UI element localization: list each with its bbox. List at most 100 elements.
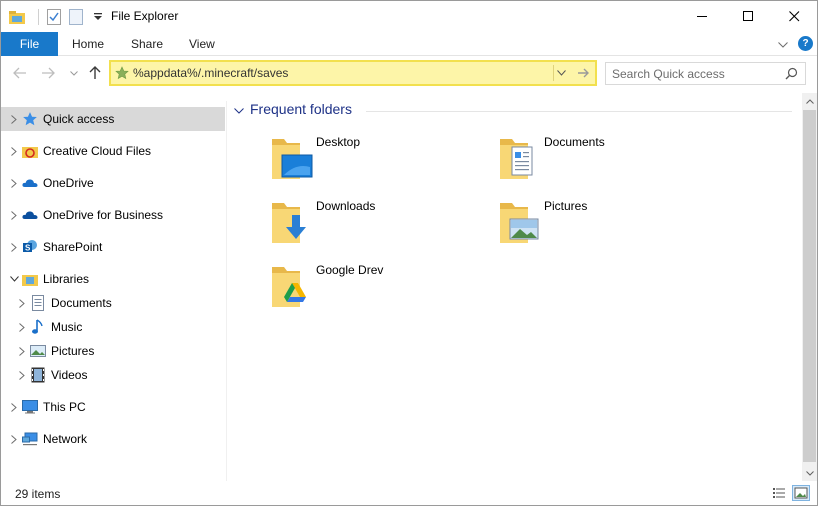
- group-header-label: Frequent folders: [250, 101, 352, 117]
- address-dropdown-chevron-icon[interactable]: [553, 65, 569, 81]
- search-input[interactable]: [606, 66, 776, 81]
- address-input[interactable]: [133, 63, 533, 83]
- nav-item-onedrive-business[interactable]: OneDrive for Business: [1, 203, 225, 227]
- search-box[interactable]: [605, 62, 806, 85]
- chevron-right-icon[interactable]: [15, 344, 29, 358]
- qat-separator: [38, 9, 39, 25]
- svg-text:S: S: [25, 244, 31, 253]
- nav-item-label: Network: [43, 432, 88, 446]
- chevron-down-icon[interactable]: [234, 101, 244, 117]
- pictures-icon: [29, 342, 47, 360]
- details-view-icon[interactable]: [771, 486, 787, 500]
- scrollbar-thumb[interactable]: [803, 110, 816, 462]
- onedrive-icon: [21, 174, 39, 192]
- new-folder-icon[interactable]: [68, 9, 84, 25]
- folder-label: Pictures: [544, 199, 588, 213]
- go-arrow-icon[interactable]: [574, 65, 592, 81]
- nav-item-documents[interactable]: Documents: [1, 291, 225, 315]
- nav-item-sharepoint[interactable]: S SharePoint: [1, 235, 225, 259]
- view-toggle-group: [765, 485, 810, 501]
- address-bar[interactable]: [109, 60, 597, 86]
- chevron-right-icon[interactable]: [15, 320, 29, 334]
- folder-tile-downloads[interactable]: Downloads: [270, 197, 490, 255]
- chevron-down-icon[interactable]: [7, 272, 21, 286]
- vertical-scrollbar[interactable]: [802, 93, 817, 481]
- tab-view[interactable]: View: [189, 32, 215, 56]
- nav-item-quick-access[interactable]: Quick access: [1, 107, 225, 131]
- folder-tile-google-drive[interactable]: Google Drev: [270, 261, 490, 319]
- forward-button[interactable]: [39, 63, 57, 83]
- ribbon-tabs: File Home Share View ?: [1, 32, 817, 56]
- nav-item-libraries[interactable]: Libraries: [1, 267, 225, 291]
- onedrive-business-icon: [21, 206, 39, 224]
- google-drive-folder-icon: [272, 267, 306, 307]
- folder-tile-desktop[interactable]: Desktop: [270, 133, 490, 191]
- tab-share[interactable]: Share: [131, 32, 163, 56]
- item-count: 29 items: [15, 487, 61, 501]
- status-bar: 29 items: [1, 481, 817, 505]
- chevron-right-icon[interactable]: [7, 144, 21, 158]
- search-icon[interactable]: [785, 67, 798, 83]
- nav-item-network[interactable]: Network: [1, 427, 225, 451]
- back-button[interactable]: [11, 63, 29, 83]
- nav-item-label: Pictures: [51, 344, 95, 358]
- content-pane: Frequent folders Desktop Documents Downl…: [228, 93, 803, 481]
- folder-label: Documents: [544, 135, 605, 149]
- chevron-right-icon[interactable]: [7, 400, 21, 414]
- nav-item-label: This PC: [43, 400, 86, 414]
- chevron-right-icon[interactable]: [15, 296, 29, 310]
- pictures-folder-icon: [500, 203, 539, 243]
- help-button[interactable]: ?: [798, 36, 813, 51]
- window-title: File Explorer: [111, 9, 179, 23]
- chevron-right-icon[interactable]: [7, 112, 21, 126]
- group-header-frequent-folders[interactable]: Frequent folders: [234, 101, 352, 117]
- desktop-folder-icon: [272, 139, 313, 179]
- chevron-right-icon[interactable]: [15, 368, 29, 382]
- folder-label: Downloads: [316, 199, 376, 213]
- group-divider: [366, 111, 792, 112]
- ribbon-right-controls: ?: [778, 36, 813, 51]
- customize-qat-icon[interactable]: [90, 9, 106, 25]
- nav-item-label: SharePoint: [43, 240, 103, 254]
- navigation-pane: Quick access Creative Cloud Files OneDri…: [1, 101, 227, 481]
- nav-item-videos[interactable]: Videos: [1, 363, 225, 387]
- folder-label: Desktop: [316, 135, 361, 149]
- minimize-button[interactable]: [679, 1, 725, 32]
- tab-file[interactable]: File: [1, 32, 58, 56]
- nav-item-onedrive[interactable]: OneDrive: [1, 171, 225, 195]
- large-icons-view-icon[interactable]: [792, 485, 810, 501]
- creative-cloud-icon: [21, 142, 39, 160]
- quick-access-star-icon: [111, 66, 133, 80]
- folder-label: Google Drev: [316, 263, 384, 277]
- downloads-folder-icon: [272, 203, 306, 243]
- documents-folder-icon: [500, 139, 533, 179]
- nav-item-music[interactable]: Music: [1, 315, 225, 339]
- nav-item-creative-cloud[interactable]: Creative Cloud Files: [1, 139, 225, 163]
- file-explorer-window: File Explorer File Home Share View ? %ap…: [0, 0, 818, 506]
- chevron-right-icon[interactable]: [7, 432, 21, 446]
- explorer-app-icon[interactable]: [9, 9, 25, 25]
- scroll-up-arrow-icon[interactable]: [802, 93, 817, 109]
- chevron-right-icon[interactable]: [7, 176, 21, 190]
- nav-item-this-pc[interactable]: This PC: [1, 395, 225, 419]
- music-icon: [29, 318, 47, 336]
- chevron-right-icon[interactable]: [7, 208, 21, 222]
- window-controls: [679, 1, 817, 32]
- expand-ribbon-chevron-icon[interactable]: [778, 37, 788, 51]
- documents-icon: [29, 294, 47, 312]
- nav-item-label: Quick access: [43, 112, 115, 126]
- chevron-right-icon[interactable]: [7, 240, 21, 254]
- recent-locations-chevron-icon[interactable]: [65, 63, 83, 83]
- folder-tile-pictures[interactable]: Pictures: [498, 197, 718, 255]
- folder-tile-documents[interactable]: Documents: [498, 133, 718, 191]
- scroll-down-arrow-icon[interactable]: [802, 465, 817, 481]
- nav-item-pictures[interactable]: Pictures: [1, 339, 225, 363]
- tab-home[interactable]: Home: [72, 32, 104, 56]
- maximize-button[interactable]: [725, 1, 771, 32]
- nav-item-label: Creative Cloud Files: [43, 144, 152, 158]
- up-button[interactable]: [86, 63, 104, 83]
- computer-icon: [21, 398, 39, 416]
- close-button[interactable]: [771, 1, 817, 32]
- nav-item-label: OneDrive for Business: [43, 208, 164, 222]
- properties-icon[interactable]: [46, 9, 62, 25]
